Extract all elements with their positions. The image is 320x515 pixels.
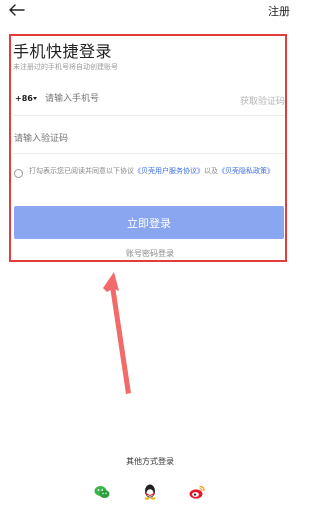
qq-icon[interactable] (141, 483, 159, 501)
other-login-methods-label: 其他方式登录 (126, 457, 174, 466)
weibo-icon[interactable] (188, 483, 206, 501)
annotation-arrow (103, 272, 131, 394)
wechat-icon[interactable] (93, 483, 111, 501)
